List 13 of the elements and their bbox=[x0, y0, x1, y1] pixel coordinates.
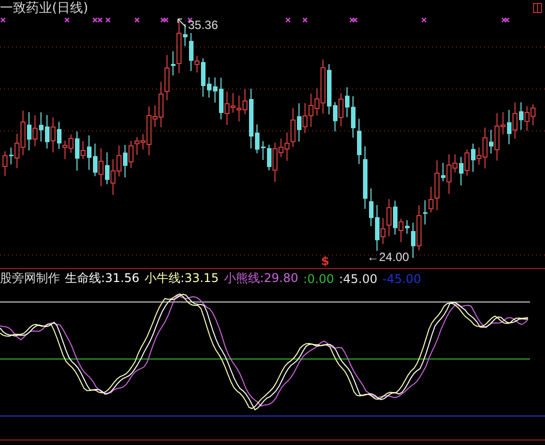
legend-label: 生命线:31.56 bbox=[65, 270, 140, 287]
legend-label: 股旁网制作 bbox=[0, 270, 60, 287]
legend-label: 小牛线:33.15 bbox=[144, 270, 219, 287]
legend-label: :45.00 bbox=[338, 272, 378, 286]
arrow-icon bbox=[177, 18, 187, 28]
legend-label: :0.00 bbox=[303, 272, 334, 286]
price-label: ←24.00 bbox=[367, 250, 410, 264]
signal-mark: $ bbox=[321, 254, 330, 268]
window-layout-icon[interactable] bbox=[533, 3, 542, 13]
legend-label: 小熊线:29.80 bbox=[224, 270, 298, 287]
legend-label: -45.00 bbox=[382, 272, 422, 286]
price-label: 35.36 bbox=[188, 18, 218, 32]
chart-title: 一致药业(日线) bbox=[0, 0, 88, 17]
